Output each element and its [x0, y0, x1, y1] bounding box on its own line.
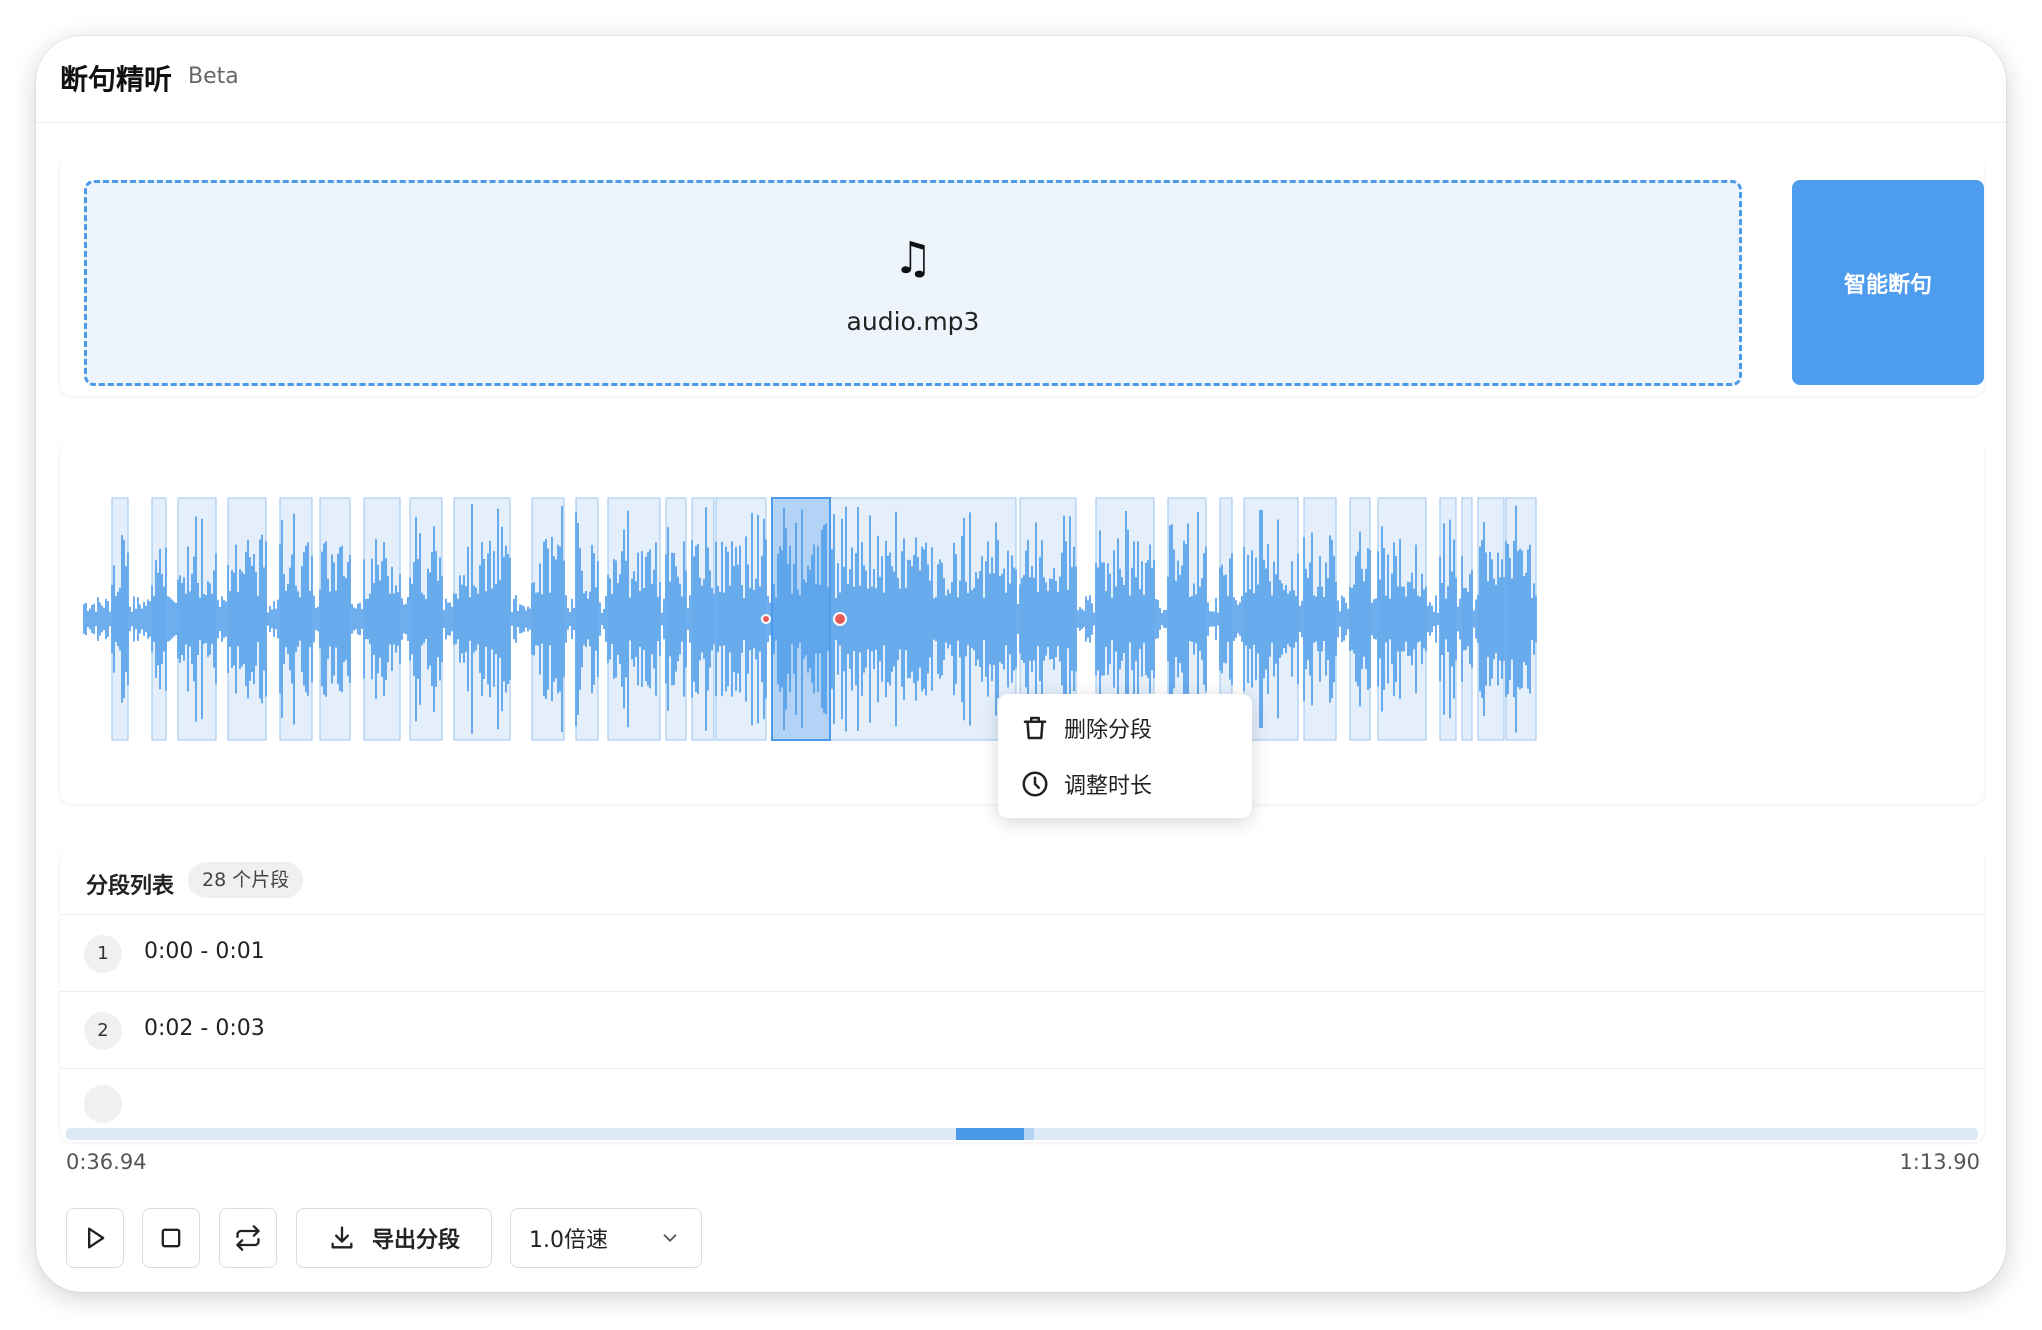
chevron-down-icon: [663, 1234, 677, 1242]
segment-row[interactable]: 2 0:02 - 0:03: [60, 992, 1984, 1069]
adjust-duration-menu-item[interactable]: 调整时长: [998, 756, 1252, 812]
segment-index: 2: [84, 1012, 122, 1050]
stop-button[interactable]: [142, 1208, 200, 1268]
segment-count-badge: 28 个片段: [188, 862, 304, 898]
play-icon: [88, 1227, 105, 1249]
selected-segment-progress: [956, 1128, 1024, 1140]
playback-progress-bar[interactable]: [66, 1128, 1978, 1140]
delete-segment-menu-item[interactable]: 删除分段: [998, 700, 1252, 756]
segment-list-panel: 分段列表 28 个片段 1 0:00 - 0:01 2 0:02 - 0:03: [60, 846, 1984, 1142]
adjust-duration-label: 调整时长: [1064, 774, 1153, 799]
trash-icon: [1023, 716, 1047, 740]
segment-context-menu: 删除分段 调整时长: [998, 694, 1252, 818]
segment-list-header: 分段列表 28 个片段: [60, 846, 1984, 915]
segment-index-partial: [84, 1085, 122, 1123]
app-window: 断句精听 Beta ♫ audio.mp3 智能断句 删除分段 调整时长 分段列…: [36, 36, 2006, 1292]
segment-index: 1: [84, 935, 122, 973]
repeat-icon: [236, 1225, 260, 1251]
audio-filename: audio.mp3: [846, 307, 980, 336]
segment-start-marker[interactable]: [761, 614, 771, 624]
speed-label: 1.0倍速: [529, 1228, 608, 1253]
export-segments-button[interactable]: 导出分段: [296, 1208, 492, 1268]
speed-select[interactable]: 1.0倍速: [510, 1208, 702, 1268]
current-time: 0:36.94: [66, 1150, 147, 1174]
download-icon: [331, 1226, 353, 1249]
audio-dropzone[interactable]: ♫ audio.mp3: [84, 180, 1742, 386]
segment-time-range: 0:00 - 0:01: [144, 939, 265, 964]
stop-icon: [161, 1228, 181, 1248]
segment-time-range: 0:02 - 0:03: [144, 1016, 265, 1041]
segment-row[interactable]: 1 0:00 - 0:01: [60, 915, 1984, 992]
total-time: 1:13.90: [1899, 1150, 1980, 1174]
music-note-icon: ♫: [893, 233, 933, 284]
beta-badge: Beta: [188, 64, 239, 89]
segment-list-title: 分段列表: [86, 874, 175, 899]
delete-segment-label: 删除分段: [1064, 718, 1153, 743]
app-title: 断句精听: [60, 63, 173, 96]
segment-end-marker[interactable]: [833, 612, 847, 626]
app-header: 断句精听 Beta: [36, 36, 2006, 123]
smart-segment-button[interactable]: 智能断句: [1792, 180, 1984, 385]
upload-card: ♫ audio.mp3 智能断句: [60, 156, 1984, 396]
progress-handle[interactable]: [1024, 1128, 1034, 1140]
export-label: 导出分段: [371, 1228, 460, 1253]
play-button[interactable]: [66, 1208, 124, 1268]
clock-icon: [1022, 771, 1048, 797]
loop-button[interactable]: [219, 1208, 277, 1268]
